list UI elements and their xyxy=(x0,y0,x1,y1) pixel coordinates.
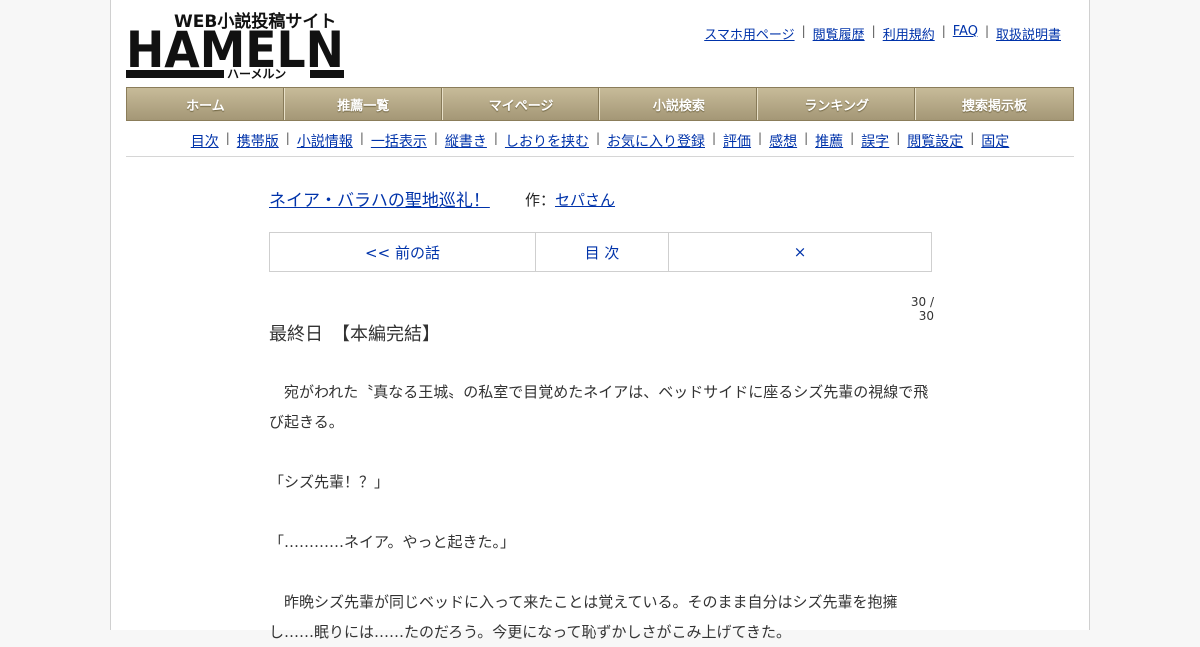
nav-search[interactable]: 小説検索 xyxy=(600,88,759,120)
author-label: 作： xyxy=(525,191,556,209)
page-count: 30 / 30 xyxy=(910,295,934,323)
chapter-title: 最終日 【本編完結】 xyxy=(269,324,440,345)
subnav-favorite[interactable]: お気に入り登録 xyxy=(607,131,705,156)
subnav-rate[interactable]: 評価 xyxy=(723,131,751,156)
sub-nav: 目次 | 携帯版 | 小説情報 | 一括表示 | 縦書き | しおりを挟む | お気に入り登… xyxy=(126,131,1074,157)
chapter-nav: << 前の話 目 次 × xyxy=(269,232,932,272)
paragraph: 昨晩シズ先輩が同じベッドに入って来たことは覚えている。そのまま自分はシズ先輩を抱… xyxy=(269,593,898,641)
nav-ranking[interactable]: ランキング xyxy=(758,88,917,120)
subnav-all[interactable]: 一括表示 xyxy=(371,131,427,156)
subnav-toc[interactable]: 目次 xyxy=(191,131,219,156)
terms-link[interactable]: 利用規約 xyxy=(883,24,935,43)
hameln-logo[interactable]: WEB小説投稿サイト HAMELN ハーメルン xyxy=(126,10,346,80)
paragraph-blank xyxy=(269,437,934,467)
nav-home[interactable]: ホーム xyxy=(127,88,285,120)
history-link[interactable]: 閲覧履歴 xyxy=(813,24,865,43)
subnav-vertical[interactable]: 縦書き xyxy=(445,131,487,156)
paragraph-blank xyxy=(269,497,934,527)
author-line: 作：セパさん xyxy=(525,189,615,210)
paragraph-blank xyxy=(269,557,934,587)
prev-chapter-link[interactable]: << 前の話 xyxy=(270,233,536,271)
subnav-fix[interactable]: 固定 xyxy=(981,131,1009,156)
next-chapter-link[interactable]: × xyxy=(669,233,931,271)
nav-mypage[interactable]: マイページ xyxy=(442,88,601,120)
logo-kana: ハーメルン xyxy=(227,67,286,80)
top-links: スマホ用ページ | 閲覧履歴 | 利用規約 | FAQ | 取扱説明書 xyxy=(704,24,1061,43)
paragraph: 宛がわれた〝真なる王城〟の私室で目覚めたネイアは、ベッドサイドに座るシズ先輩の視… xyxy=(269,383,929,431)
subnav-bookmark[interactable]: しおりを挟む xyxy=(505,131,589,156)
chapter-body: 宛がわれた〝真なる王城〟の私室で目覚めたネイアは、ベッドサイドに座るシズ先輩の視… xyxy=(269,377,934,647)
logo-graphic: WEB小説投稿サイト HAMELN ハーメルン xyxy=(126,11,344,80)
subnav-settings[interactable]: 閲覧設定 xyxy=(907,131,963,156)
page-container: WEB小説投稿サイト HAMELN ハーメルン スマホ用ページ | 閲覧履歴 |… xyxy=(110,0,1090,641)
manual-link[interactable]: 取扱説明書 xyxy=(996,24,1061,43)
smartphone-page-link[interactable]: スマホ用ページ xyxy=(704,24,794,43)
novel-title: ネイア・バラハの聖地巡礼！ xyxy=(269,186,490,211)
nav-search-board[interactable]: 捜索掲示板 xyxy=(916,88,1073,120)
paragraph: 「シズ先輩！？」 xyxy=(269,473,390,491)
subnav-typo[interactable]: 誤字 xyxy=(861,131,889,156)
subnav-review[interactable]: 感想 xyxy=(769,131,797,156)
main-nav: ホーム 推薦一覧 マイページ 小説検索 ランキング 捜索掲示板 xyxy=(126,87,1074,121)
subnav-info[interactable]: 小説情報 xyxy=(297,131,353,156)
subnav-recommend[interactable]: 推薦 xyxy=(815,131,843,156)
subnav-mobile[interactable]: 携帯版 xyxy=(237,131,279,156)
paragraph: 「…………ネイア。やっと起きた。」 xyxy=(269,533,516,551)
faq-link[interactable]: FAQ xyxy=(953,24,978,43)
toc-link[interactable]: 目 次 xyxy=(536,233,669,271)
novel-title-link[interactable]: ネイア・バラハの聖地巡礼！ xyxy=(269,191,490,211)
author-link[interactable]: セパさん xyxy=(555,191,615,209)
nav-recommendations[interactable]: 推薦一覧 xyxy=(284,88,443,120)
